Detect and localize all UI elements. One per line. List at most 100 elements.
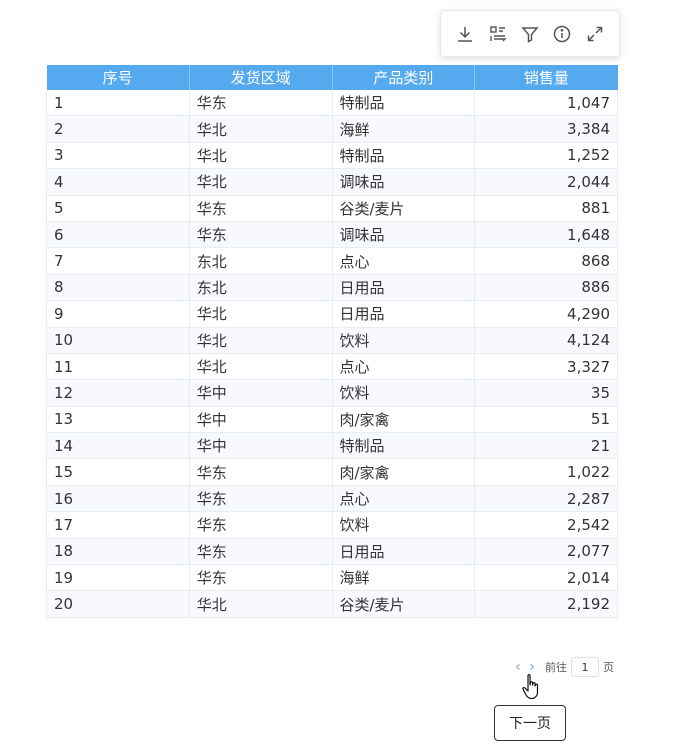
table-row[interactable]: 8 东北 日用品 886 bbox=[46, 274, 618, 302]
table-row[interactable]: 3 华北 特制品 1,252 bbox=[46, 142, 618, 170]
cell-category: 调味品 bbox=[332, 168, 476, 196]
header-sales[interactable]: 销售量 bbox=[474, 65, 618, 90]
cell-category: 肉/家禽 bbox=[332, 406, 476, 434]
info-icon bbox=[554, 25, 571, 42]
table-row[interactable]: 20 华北 谷类/麦片 2,192 bbox=[46, 590, 618, 618]
cell-index: 3 bbox=[46, 142, 190, 170]
cell-sales: 868 bbox=[474, 247, 618, 275]
table-row[interactable]: 15 华东 肉/家禽 1,022 bbox=[46, 458, 618, 486]
cell-category: 海鲜 bbox=[332, 564, 476, 592]
cell-index: 11 bbox=[46, 353, 190, 381]
cell-category: 日用品 bbox=[332, 538, 476, 566]
cell-region: 华中 bbox=[189, 432, 333, 460]
fullscreen-button[interactable] bbox=[582, 21, 608, 47]
cell-region: 华东 bbox=[189, 90, 333, 117]
cell-sales: 4,290 bbox=[474, 300, 618, 328]
cell-region: 华中 bbox=[189, 379, 333, 407]
table-row[interactable]: 19 华东 海鲜 2,014 bbox=[46, 564, 618, 592]
page-suffix: 页 bbox=[603, 661, 614, 674]
cell-sales: 2,077 bbox=[474, 538, 618, 566]
filter-button[interactable] bbox=[517, 21, 543, 47]
cell-sales: 2,192 bbox=[474, 590, 618, 618]
cell-sales: 881 bbox=[474, 195, 618, 222]
cell-region: 华北 bbox=[189, 142, 333, 170]
cell-region: 华东 bbox=[189, 564, 333, 592]
cell-index: 17 bbox=[46, 511, 190, 539]
cell-index: 6 bbox=[46, 221, 190, 249]
next-page-tooltip: 下一页 bbox=[494, 705, 566, 741]
cell-region: 华东 bbox=[189, 221, 333, 249]
table-row[interactable]: 5 华东 谷类/麦片 881 bbox=[46, 195, 618, 222]
chart-toolbar bbox=[440, 10, 620, 57]
cell-region: 华北 bbox=[189, 300, 333, 328]
cell-sales: 2,014 bbox=[474, 564, 618, 592]
cell-region: 华东 bbox=[189, 195, 333, 222]
table-row[interactable]: 1 华东 特制品 1,047 bbox=[46, 90, 618, 117]
cell-index: 1 bbox=[46, 90, 190, 117]
cell-category: 点心 bbox=[332, 485, 476, 513]
layout-icon bbox=[489, 25, 507, 41]
cell-region: 华北 bbox=[189, 327, 333, 354]
goto-label: 前往 bbox=[545, 661, 567, 674]
table-row[interactable]: 17 华东 饮料 2,542 bbox=[46, 511, 618, 539]
tooltip-text: 下一页 bbox=[509, 716, 551, 732]
cell-region: 华北 bbox=[189, 353, 333, 381]
page-number-input[interactable] bbox=[571, 657, 599, 677]
table-row[interactable]: 2 华北 海鲜 3,384 bbox=[46, 115, 618, 143]
cell-category: 海鲜 bbox=[332, 115, 476, 143]
cell-sales: 21 bbox=[474, 432, 618, 460]
table-row[interactable]: 14 华中 特制品 21 bbox=[46, 432, 618, 460]
header-region[interactable]: 发货区域 bbox=[189, 65, 333, 90]
cell-index: 13 bbox=[46, 406, 190, 434]
cell-category: 饮料 bbox=[332, 327, 476, 354]
download-button[interactable] bbox=[452, 21, 478, 47]
cell-category: 肉/家禽 bbox=[332, 458, 476, 486]
cell-category: 特制品 bbox=[332, 432, 476, 460]
cell-category: 日用品 bbox=[332, 274, 476, 302]
data-table: 序号 发货区域 产品类别 销售量 1 华东 特制品 1,047 2 华北 海鲜 3,384 3 华… bbox=[46, 65, 618, 618]
header-category[interactable]: 产品类别 bbox=[332, 65, 476, 90]
table-body: 1 华东 特制品 1,047 2 华北 海鲜 3,384 3 华北 特制品 1,252 4 华北 调味品 2,… bbox=[46, 90, 618, 618]
cell-region: 华东 bbox=[189, 538, 333, 566]
table-row[interactable]: 16 华东 点心 2,287 bbox=[46, 485, 618, 513]
cell-index: 9 bbox=[46, 300, 190, 328]
cell-category: 点心 bbox=[332, 247, 476, 275]
cell-sales: 51 bbox=[474, 406, 618, 434]
cell-category: 谷类/麦片 bbox=[332, 590, 476, 618]
cell-region: 华北 bbox=[189, 168, 333, 196]
cell-region: 华东 bbox=[189, 458, 333, 486]
cell-index: 19 bbox=[46, 564, 190, 592]
table-row[interactable]: 7 东北 点心 868 bbox=[46, 247, 618, 275]
cell-sales: 1,047 bbox=[474, 90, 618, 117]
cell-index: 18 bbox=[46, 538, 190, 566]
cell-sales: 1,252 bbox=[474, 142, 618, 170]
cell-sales: 2,287 bbox=[474, 485, 618, 513]
cell-sales: 2,044 bbox=[474, 168, 618, 196]
cell-index: 20 bbox=[46, 590, 190, 618]
table-row[interactable]: 4 华北 调味品 2,044 bbox=[46, 168, 618, 196]
cell-index: 16 bbox=[46, 485, 190, 513]
cell-region: 华北 bbox=[189, 115, 333, 143]
cell-sales: 3,327 bbox=[474, 353, 618, 381]
table-row[interactable]: 9 华北 日用品 4,290 bbox=[46, 300, 618, 328]
header-index[interactable]: 序号 bbox=[46, 65, 190, 90]
table-row[interactable]: 13 华中 肉/家禽 51 bbox=[46, 406, 618, 434]
cell-category: 点心 bbox=[332, 353, 476, 381]
table-row[interactable]: 11 华北 点心 3,327 bbox=[46, 353, 618, 381]
cell-sales: 35 bbox=[474, 379, 618, 407]
layout-button[interactable] bbox=[485, 21, 511, 47]
cell-index: 8 bbox=[46, 274, 190, 302]
cell-region: 华北 bbox=[189, 590, 333, 618]
table-row[interactable]: 10 华北 饮料 4,124 bbox=[46, 327, 618, 354]
table-header-row: 序号 发货区域 产品类别 销售量 bbox=[46, 65, 618, 90]
cell-index: 15 bbox=[46, 458, 190, 486]
cell-sales: 4,124 bbox=[474, 327, 618, 354]
table-row[interactable]: 12 华中 饮料 35 bbox=[46, 379, 618, 407]
info-button[interactable] bbox=[549, 21, 575, 47]
cell-index: 12 bbox=[46, 379, 190, 407]
cell-index: 10 bbox=[46, 327, 190, 354]
table-row[interactable]: 18 华东 日用品 2,077 bbox=[46, 538, 618, 566]
cell-index: 5 bbox=[46, 195, 190, 222]
table-row[interactable]: 6 华东 调味品 1,648 bbox=[46, 221, 618, 249]
cell-category: 特制品 bbox=[332, 142, 476, 170]
